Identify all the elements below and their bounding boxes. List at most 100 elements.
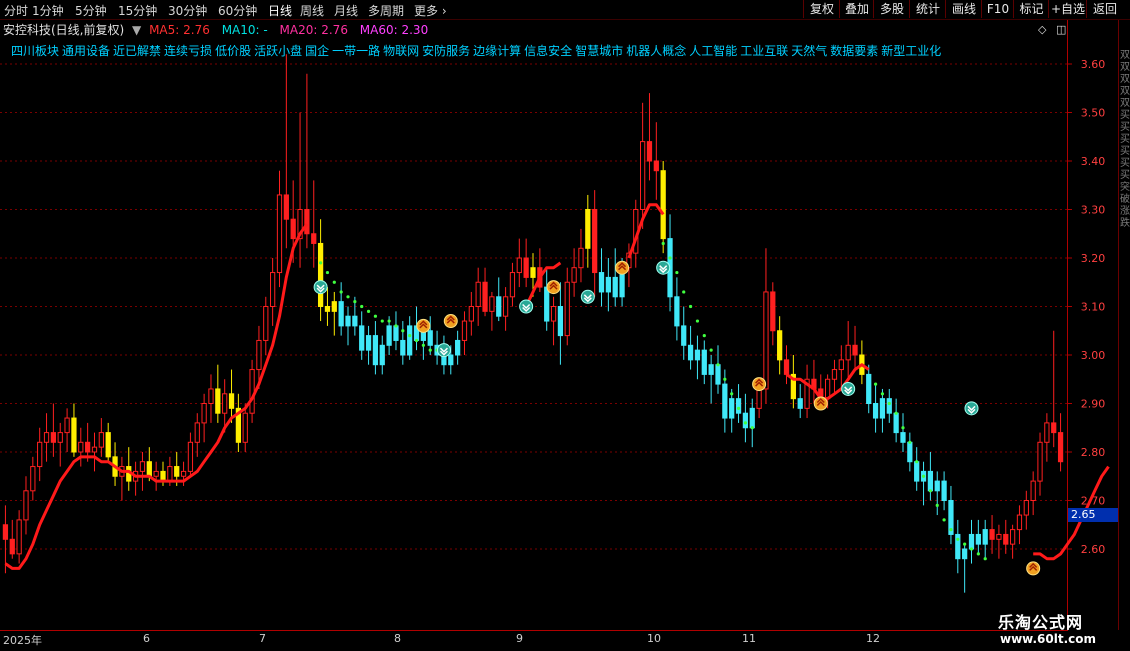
signal-dot — [346, 295, 350, 299]
chevron-down-icon — [439, 347, 448, 356]
statistics-button[interactable]: 统计 — [909, 0, 946, 18]
period-tab-5min[interactable]: 5分钟 — [75, 2, 107, 19]
candle-body — [701, 349, 707, 375]
chevron-up-icon — [618, 262, 627, 271]
y-tick-label: 3.00 — [1081, 349, 1106, 362]
candle-body — [537, 267, 543, 288]
concept-tag[interactable]: 天然气 — [791, 44, 827, 58]
concept-tag[interactable]: 活跃小盘 — [254, 44, 302, 58]
candle-body — [174, 466, 180, 477]
period-tab-weekly[interactable]: 周线 — [300, 2, 324, 19]
date-label: 6 — [143, 632, 150, 645]
concept-tag[interactable]: 信息安全 — [524, 44, 572, 58]
candle-body — [180, 470, 187, 477]
concept-tag[interactable]: 安防服务 — [422, 44, 470, 58]
candle-body — [30, 466, 36, 492]
candle-body — [235, 407, 242, 443]
add-watchlist-button[interactable]: +自选 — [1048, 0, 1087, 18]
concept-tag[interactable]: 低价股 — [215, 44, 251, 58]
y-tick-label: 3.30 — [1081, 204, 1106, 217]
ma-line — [4, 223, 309, 570]
period-tab-30min[interactable]: 30分钟 — [168, 2, 207, 19]
concept-tag[interactable]: 边缘计算 — [473, 44, 521, 58]
signal-dot — [963, 542, 967, 546]
y-tick-label: 3.10 — [1081, 301, 1106, 314]
buy-signal-icon — [813, 396, 828, 411]
concept-tag[interactable]: 工业互联 — [740, 44, 788, 58]
chevron-up-icon — [755, 378, 764, 387]
candle-body — [475, 281, 481, 307]
concept-tag[interactable]: 智慧城市 — [575, 44, 623, 58]
concept-tag[interactable]: 物联网 — [383, 44, 419, 58]
back-button[interactable]: 返回 — [1086, 0, 1123, 18]
signal-dot — [887, 401, 891, 406]
period-tab-multi[interactable]: 多周期 — [368, 2, 404, 19]
y-tick-label: 2.80 — [1081, 446, 1106, 459]
period-tab-more[interactable]: 更多 › — [414, 2, 447, 19]
kline-chart[interactable]: 3.60 3.50 3.40 3.30 3.20 3.10 3.00 2.90 2.80 2.70… — [0, 0, 1130, 650]
candle-body — [605, 276, 611, 293]
concept-tag[interactable]: 通用设备 — [62, 44, 110, 58]
candle-body — [544, 286, 550, 322]
period-tab-1min[interactable]: 1分钟 — [32, 2, 64, 19]
candle-body — [934, 480, 940, 492]
restore-rights-button[interactable]: 复权 — [803, 0, 840, 18]
concept-tag[interactable]: 新型工业化 — [881, 44, 941, 58]
concept-tag[interactable]: 人工智能 — [689, 44, 737, 58]
period-tab-60min[interactable]: 60分钟 — [218, 2, 257, 19]
stock-title[interactable]: 安控科技(日线,前复权) — [3, 21, 124, 38]
concept-tag[interactable]: 近已解禁 — [113, 44, 161, 58]
chevron-down-icon — [844, 386, 853, 395]
date-label: 11 — [742, 632, 756, 645]
candle-body — [838, 359, 844, 371]
concept-tag[interactable]: 数据要素 — [830, 44, 878, 58]
f10-button[interactable]: F10 — [981, 0, 1014, 18]
concept-tag[interactable]: 一带一路 — [332, 44, 380, 58]
candle-body — [729, 398, 735, 419]
period-tab-monthly[interactable]: 月线 — [334, 2, 358, 19]
chevron-up-icon — [419, 320, 428, 329]
diamond-icon[interactable]: ◇ — [1038, 23, 1046, 36]
candle-body — [85, 441, 91, 453]
signal-dot — [743, 421, 748, 425]
mark-button[interactable]: 标记 — [1013, 0, 1049, 18]
candle-body — [297, 209, 303, 240]
signal-dot — [873, 382, 878, 386]
candle-body — [879, 398, 886, 419]
candle-body — [57, 432, 63, 443]
multi-stock-button[interactable]: 多股 — [873, 0, 910, 18]
concept-tag[interactable]: 国企 — [305, 44, 329, 58]
signal-dot — [921, 474, 926, 478]
candle-body — [208, 388, 214, 405]
signal-dot — [366, 309, 371, 313]
date-label: 8 — [394, 632, 401, 645]
period-tab-fenshi[interactable]: 分时 — [4, 2, 28, 19]
settings-circle-icon[interactable]: ▼ — [132, 23, 141, 37]
candle-body — [831, 369, 838, 380]
ma5-value: MA5: 2.76 — [149, 23, 210, 37]
concept-tag[interactable]: 连续亏损 — [164, 44, 212, 58]
draw-line-button[interactable]: 画线 — [945, 0, 982, 18]
overlay-button[interactable]: 叠加 — [839, 0, 874, 18]
signal-dot — [421, 343, 425, 347]
candle-body — [461, 320, 468, 341]
date-label: 9 — [516, 632, 523, 645]
signal-dot — [339, 290, 343, 294]
y-tick-label: 3.40 — [1081, 155, 1106, 168]
candle-body — [434, 344, 440, 356]
concept-tag[interactable]: 四川板块 — [11, 44, 59, 58]
candle-body — [722, 383, 728, 419]
signal-dot — [695, 319, 700, 323]
candle-body — [982, 529, 988, 545]
buy-signal-icon — [546, 280, 561, 295]
signal-dot — [360, 304, 364, 309]
candle-body — [23, 490, 29, 521]
concept-tag[interactable]: 机器人概念 — [626, 44, 686, 58]
candle-body — [283, 194, 289, 220]
indicator-info-bar: 安控科技(日线,前复权) ▼ MA5: 2.76 MA10: - MA20: 2… — [3, 21, 428, 37]
candle-body — [489, 296, 495, 312]
period-tab-15min[interactable]: 15分钟 — [118, 2, 157, 19]
period-tab-daily[interactable]: 日线 — [268, 2, 292, 19]
window-toggle-icon[interactable]: ◫ — [1056, 23, 1066, 36]
candle-body — [708, 364, 714, 375]
